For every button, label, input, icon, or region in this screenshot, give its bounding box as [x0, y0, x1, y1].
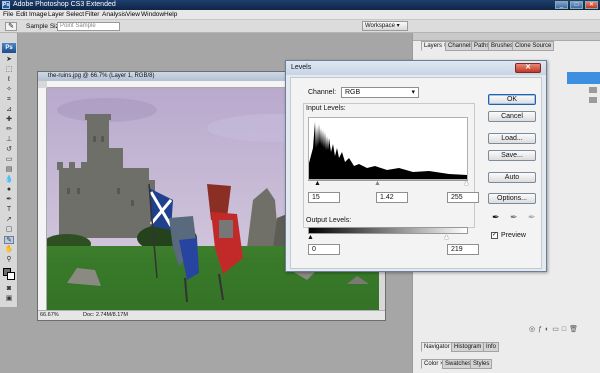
load-button[interactable]: Load...	[488, 133, 536, 144]
marquee-tool-icon[interactable]: ⬚	[4, 66, 14, 74]
menu-bar: File Edit Image Layer Select Filter Anal…	[0, 10, 600, 20]
save-button[interactable]: Save...	[488, 150, 536, 161]
menu-file[interactable]: File	[3, 11, 13, 19]
menu-help[interactable]: Help	[164, 11, 177, 19]
healing-brush-tool-icon[interactable]: ✚	[4, 116, 14, 124]
eraser-tool-icon[interactable]: ▭	[4, 156, 14, 164]
input-levels-label: Input Levels:	[306, 105, 346, 112]
type-tool-icon[interactable]: T	[4, 206, 14, 214]
output-levels-label: Output Levels:	[306, 217, 352, 224]
menu-view[interactable]: View	[126, 11, 140, 19]
menu-image[interactable]: Image	[29, 11, 47, 19]
output-white-slider[interactable]: ▲	[443, 234, 450, 241]
preview-checkbox[interactable]: ✓	[491, 232, 498, 239]
layer-thumbnail	[589, 97, 597, 103]
magic-wand-tool-icon[interactable]: ✧	[4, 86, 14, 94]
layer-actions-icons[interactable]: ◎ƒ◐▭□🗑	[529, 325, 600, 334]
channel-select-value: RGB	[345, 89, 361, 96]
vertical-ruler[interactable]	[38, 88, 47, 310]
menu-layer[interactable]: Layer	[48, 11, 64, 19]
tab-histogram[interactable]: Histogram	[451, 342, 485, 352]
output-black-field[interactable]: 0	[308, 244, 340, 255]
white-eyedropper-icon[interactable]: ✒	[528, 212, 536, 223]
move-tool-icon[interactable]: ➤	[4, 56, 14, 64]
workspace-button[interactable]: Workspace ▾	[362, 21, 408, 31]
input-white-point-slider[interactable]: ▲	[463, 180, 470, 187]
zoom-level[interactable]: 66.67%	[40, 311, 59, 320]
tab-info[interactable]: Info	[483, 342, 500, 352]
tab-clone-source[interactable]: Clone Source	[512, 41, 555, 51]
lasso-tool-icon[interactable]: ℓ	[4, 76, 14, 84]
eyedropper-tool-icon[interactable]: ✎	[5, 22, 17, 31]
maximize-button[interactable]: □	[570, 1, 583, 9]
document-size-info[interactable]: Doc: 2.74M/8.17M	[83, 311, 128, 320]
panel-dock-header	[413, 33, 600, 41]
output-white-field[interactable]: 219	[447, 244, 479, 255]
input-gamma-field[interactable]: 1.42	[376, 192, 408, 203]
menu-edit[interactable]: Edit	[16, 11, 27, 19]
levels-dialog-body: Channel: RGB ▾ Input Levels: ▲ ▲ ▲ 15 1.…	[290, 77, 542, 269]
auto-button[interactable]: Auto	[488, 172, 536, 183]
black-eyedropper-icon[interactable]: ✒	[492, 212, 500, 223]
eyedropper-tool-active-icon[interactable]: ✎	[4, 236, 14, 244]
input-black-point-slider[interactable]: ▲	[314, 180, 321, 187]
slice-tool-icon[interactable]: ⊿	[4, 106, 14, 114]
background-color-swatch[interactable]	[7, 272, 15, 280]
photoshop-logo-icon: Ps	[2, 43, 16, 53]
sample-size-select[interactable]: Point Sample	[57, 22, 120, 31]
dodge-tool-icon[interactable]: ●	[4, 186, 14, 194]
shape-tool-icon[interactable]: ▢	[4, 226, 14, 234]
pen-tool-icon[interactable]: ✒	[4, 196, 14, 204]
input-white-field[interactable]: 255	[447, 192, 479, 203]
history-brush-tool-icon[interactable]: ↺	[4, 146, 14, 154]
path-selection-tool-icon[interactable]: ➚	[4, 216, 14, 224]
menu-window[interactable]: Window	[141, 11, 164, 19]
toolbox: Ps ➤ ⬚ ℓ ✧ ⌗ ⊿ ✚ ✏ ⊥ ↺ ▭ ▤ 💧 ● ✒ T ➚ ▢ ✎…	[0, 33, 18, 307]
brush-tool-icon[interactable]: ✏	[4, 126, 14, 134]
photoshop-app-icon: Ps	[2, 1, 10, 9]
input-slider-track	[308, 180, 468, 181]
menu-select[interactable]: Select	[66, 11, 84, 19]
input-black-field[interactable]: 15	[308, 192, 340, 203]
options-bar: ✎ Sample Size: Point Sample Workspace ▾	[0, 20, 600, 33]
hand-tool-icon[interactable]: ✋	[4, 246, 14, 254]
histogram-graph	[308, 117, 468, 180]
status-bar: 66.67% Doc: 2.74M/8.17M	[38, 310, 385, 320]
menu-analysis[interactable]: Analysis	[102, 11, 126, 19]
output-gradient-bar	[308, 227, 468, 234]
selected-layer-row[interactable]	[567, 72, 600, 84]
cancel-button[interactable]: Cancel	[488, 111, 536, 122]
menu-filter[interactable]: Filter	[85, 11, 99, 19]
levels-dialog-title[interactable]: Levels	[286, 61, 546, 75]
input-gamma-slider[interactable]: ▲	[374, 180, 381, 187]
ok-button[interactable]: OK	[488, 94, 536, 105]
minimize-button[interactable]: _	[555, 1, 568, 9]
quick-mask-icon[interactable]: ◙	[4, 285, 14, 293]
zoom-tool-icon[interactable]: ⚲	[4, 256, 14, 264]
window-title: Adobe Photoshop CS3 Extended	[13, 1, 116, 8]
close-window-button[interactable]: ✕	[585, 1, 598, 9]
chevron-down-icon: ▾	[411, 89, 415, 96]
options-button[interactable]: Options...	[488, 193, 536, 204]
gradient-tool-icon[interactable]: ▤	[4, 166, 14, 174]
histogram-svg	[309, 122, 467, 179]
preview-label: Preview	[501, 232, 526, 239]
clone-stamp-tool-icon[interactable]: ⊥	[4, 136, 14, 144]
blur-tool-icon[interactable]: 💧	[4, 176, 14, 184]
levels-dialog: Levels ✕ Channel: RGB ▾ Input Levels: ▲ …	[285, 60, 547, 272]
layer-thumbnail	[589, 87, 597, 93]
channel-label: Channel:	[308, 89, 337, 96]
title-bar: Ps Adobe Photoshop CS3 Extended _ □ ✕	[0, 0, 600, 10]
output-black-slider[interactable]: ▲	[307, 234, 314, 241]
screen-mode-icon[interactable]: ▣	[4, 295, 14, 303]
gray-eyedropper-icon[interactable]: ✒	[510, 212, 518, 223]
levels-close-button[interactable]: ✕	[515, 63, 541, 73]
tab-styles[interactable]: Styles	[470, 359, 493, 369]
channel-select[interactable]: RGB ▾	[341, 87, 419, 98]
crop-tool-icon[interactable]: ⌗	[4, 96, 14, 104]
